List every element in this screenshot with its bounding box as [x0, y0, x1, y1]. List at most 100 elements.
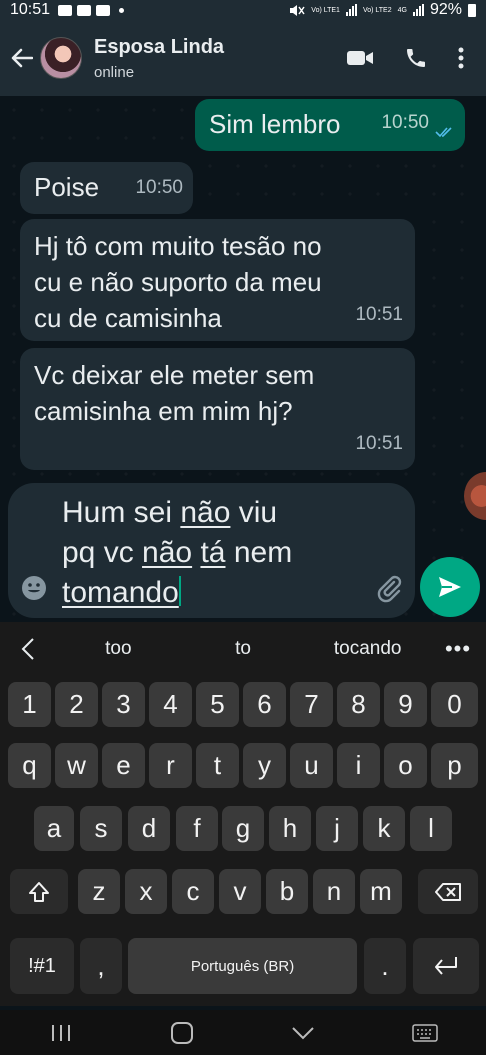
message-incoming[interactable]: Poise 10:50 — [20, 162, 193, 214]
message-text-line: cu de camisinha — [34, 303, 222, 333]
key[interactable]: h — [269, 806, 311, 851]
key[interactable]: r — [149, 743, 192, 788]
key[interactable]: y — [243, 743, 286, 788]
message-text-line: Vc deixar ele meter sem — [34, 360, 315, 390]
key[interactable]: 7 — [290, 682, 333, 727]
key[interactable]: 2 — [55, 682, 98, 727]
key[interactable]: 1 — [8, 682, 51, 727]
signal-bars-icon — [412, 4, 424, 16]
video-call-icon[interactable] — [346, 49, 374, 67]
key[interactable]: f — [176, 806, 218, 851]
message-outgoing[interactable]: Sim lembro 10:50 — [195, 99, 465, 151]
header-actions — [346, 46, 476, 70]
message-time: 10:51 — [355, 304, 403, 325]
keyboard-switch-icon[interactable] — [411, 1023, 438, 1042]
message-time: 10:50 — [135, 177, 183, 198]
message-input[interactable]: Hum sei não viu pq vc não tá nem tomando — [62, 493, 362, 613]
emoji-icon[interactable] — [21, 575, 47, 601]
phone-call-icon[interactable] — [404, 46, 428, 70]
status-bar: 10:51 Vo) LTE1 Vo) LTE2 4G 92% — [0, 0, 486, 20]
more-suggestions-icon[interactable]: ••• — [430, 636, 486, 662]
period-key[interactable]: . — [364, 938, 406, 994]
more-options-icon[interactable] — [458, 47, 464, 69]
suggestion-item[interactable]: too — [56, 638, 181, 660]
send-icon — [439, 577, 461, 597]
key[interactable]: 4 — [149, 682, 192, 727]
shift-key[interactable] — [10, 869, 68, 914]
space-key[interactable]: Português (BR) — [128, 938, 357, 994]
contact-name: Esposa Linda — [94, 35, 225, 58]
contact-status: online — [94, 63, 135, 81]
enter-key[interactable] — [413, 938, 479, 994]
status-time: 10:51 — [10, 1, 51, 18]
key[interactable]: n — [313, 869, 355, 914]
home-icon[interactable] — [170, 1021, 194, 1045]
contact-avatar[interactable] — [40, 37, 82, 79]
key[interactable]: s — [80, 806, 122, 851]
key[interactable]: t — [196, 743, 239, 788]
key[interactable]: w — [55, 743, 98, 788]
message-incoming[interactable]: Vc deixar ele meter sem camisinha em mim… — [20, 348, 415, 470]
key[interactable]: o — [384, 743, 427, 788]
signal-bars-icon — [345, 4, 357, 16]
key[interactable]: p — [431, 743, 478, 788]
message-time: 10:51 — [355, 433, 403, 454]
hide-keyboard-icon[interactable] — [291, 1025, 315, 1041]
key[interactable]: v — [219, 869, 261, 914]
draft-text: tá — [200, 536, 226, 569]
key[interactable]: u — [290, 743, 333, 788]
key[interactable]: j — [316, 806, 358, 851]
symbols-key[interactable]: !#1 — [10, 938, 74, 994]
key[interactable]: k — [363, 806, 405, 851]
key[interactable]: 9 — [384, 682, 427, 727]
backspace-key[interactable] — [418, 869, 478, 914]
draft-text: não — [142, 536, 193, 569]
key[interactable]: g — [222, 806, 264, 851]
draft-text: Hum sei — [62, 496, 181, 529]
mail-icon — [96, 4, 111, 16]
floating-bubble[interactable] — [464, 472, 486, 520]
key[interactable]: 8 — [337, 682, 380, 727]
letter-row-2: a s d f g h j k l — [0, 806, 486, 854]
message-input-box[interactable]: Hum sei não viu pq vc não tá nem tomando — [8, 483, 415, 618]
message-text: Poise — [34, 172, 100, 202]
suggestion-item[interactable]: to — [181, 638, 306, 660]
recent-apps-icon[interactable] — [49, 1023, 73, 1043]
contact-info[interactable]: Esposa Linda online — [94, 36, 224, 81]
key[interactable]: e — [102, 743, 145, 788]
draft-text: não — [180, 496, 231, 529]
suggestion-item[interactable]: tocando — [305, 638, 430, 660]
back-button[interactable] — [10, 46, 34, 70]
key[interactable]: 3 — [102, 682, 145, 727]
key[interactable]: z — [78, 869, 120, 914]
draft-text: viu — [230, 496, 278, 529]
comma-key[interactable]: , — [80, 938, 122, 994]
suggestion-strip: too to tocando ••• — [0, 622, 486, 676]
key[interactable]: d — [128, 806, 170, 851]
network-type: 4G — [397, 6, 407, 14]
key[interactable]: 0 — [431, 682, 478, 727]
chat-header: Esposa Linda online — [0, 20, 486, 96]
key[interactable]: a — [34, 806, 74, 851]
key[interactable]: i — [337, 743, 380, 788]
message-incoming[interactable]: Hj tô com muito tesão no cu e não suport… — [20, 219, 415, 341]
mute-icon — [290, 4, 305, 16]
notification-icons — [58, 4, 125, 16]
key[interactable]: 5 — [196, 682, 239, 727]
sim2-label: Vo) LTE2 — [362, 6, 392, 14]
system-icons: Vo) LTE1 Vo) LTE2 4G 92% — [289, 1, 476, 19]
send-button[interactable] — [420, 557, 480, 617]
attach-icon[interactable] — [374, 573, 404, 603]
key[interactable]: l — [410, 806, 452, 851]
key[interactable]: c — [172, 869, 214, 914]
text-caret — [178, 576, 181, 606]
key[interactable]: 6 — [243, 682, 286, 727]
key[interactable]: x — [125, 869, 167, 914]
bottom-row: !#1 , Português (BR) . — [0, 938, 486, 994]
key[interactable]: m — [360, 869, 402, 914]
key[interactable]: b — [266, 869, 308, 914]
notification-app-icon — [58, 4, 73, 16]
key[interactable]: q — [8, 743, 51, 788]
toolbar-toggle-button[interactable] — [0, 637, 56, 661]
message-text-line: cu e não suporto da meu — [34, 267, 322, 297]
